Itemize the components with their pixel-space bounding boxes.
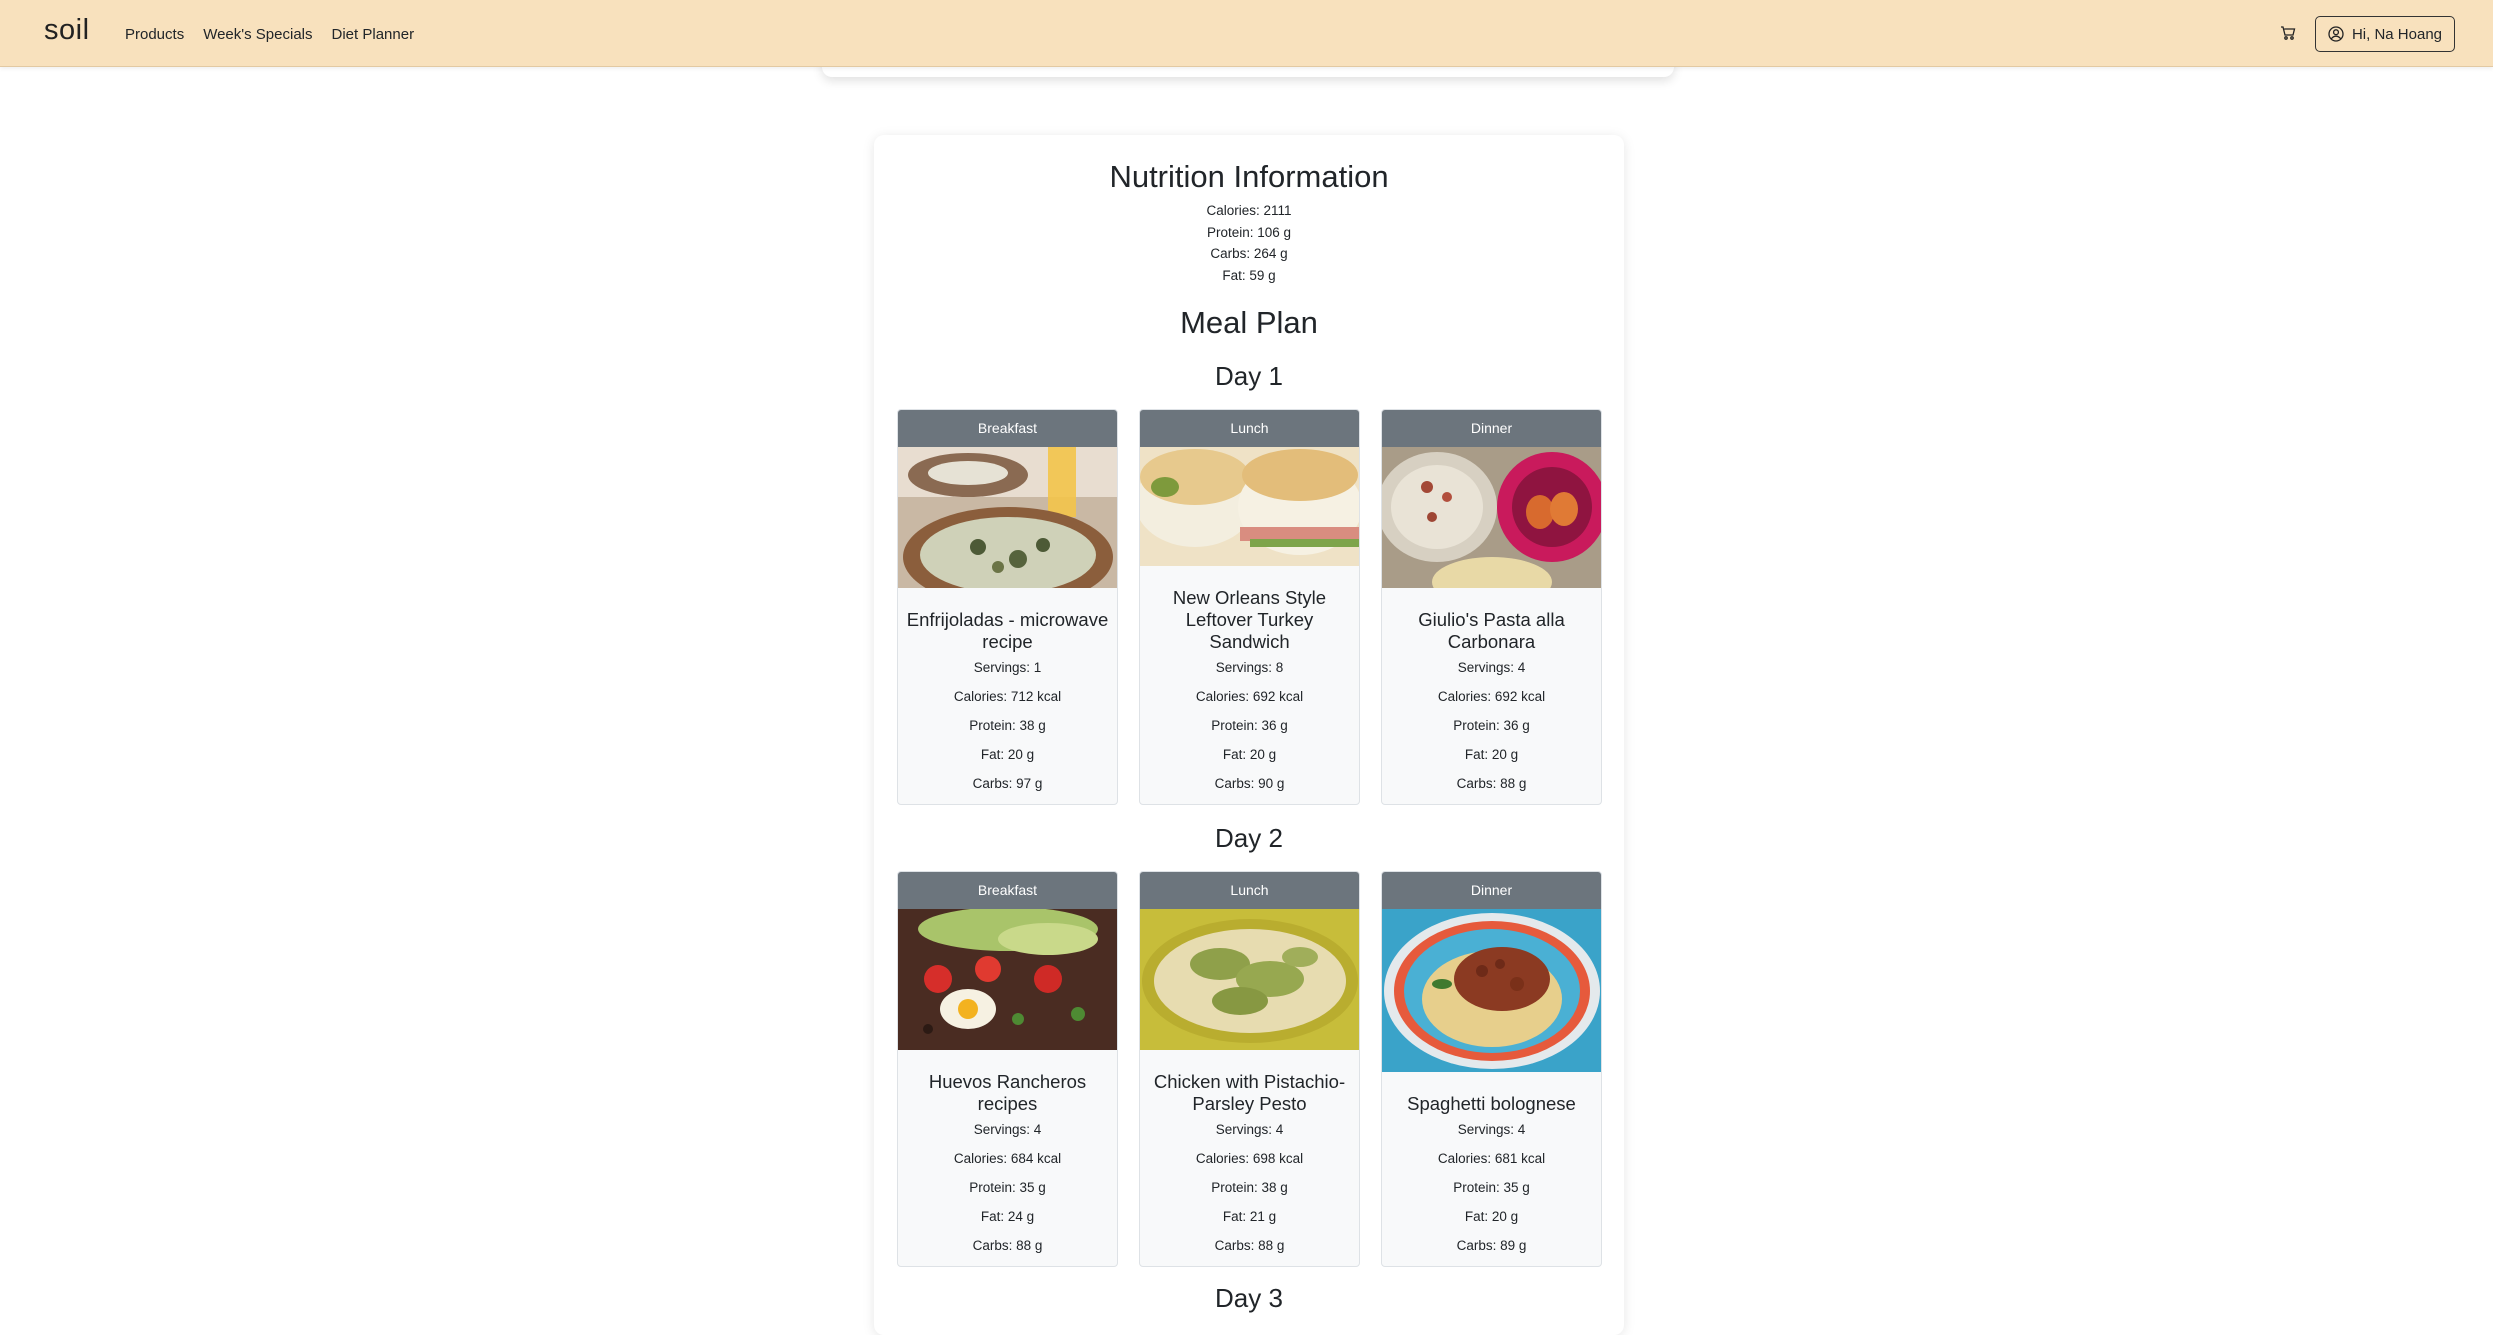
meal-card-day2-dinner[interactable]: Dinner Spaghetti bolognese Servings: 4 C… bbox=[1381, 871, 1602, 1267]
meal-servings: Servings: 1 bbox=[973, 660, 1042, 675]
cart-icon bbox=[2281, 26, 2296, 40]
meal-carbs: Carbs: 88 g bbox=[972, 1238, 1043, 1253]
nav-link-products[interactable]: Products bbox=[125, 26, 184, 43]
brand-logo[interactable]: soil bbox=[44, 14, 90, 47]
meal-servings: Servings: 4 bbox=[1215, 1122, 1284, 1137]
meal-image bbox=[898, 447, 1117, 588]
meal-carbs: Carbs: 97 g bbox=[972, 776, 1043, 791]
nutrition-protein: Protein: 106 g bbox=[1206, 224, 1292, 240]
nav-links: Products Week's Specials Diet Planner bbox=[125, 26, 414, 43]
nutrition-summary: Calories: 2111 Protein: 106 g Carbs: 264… bbox=[874, 200, 1624, 286]
nav-link-weeks-specials[interactable]: Week's Specials bbox=[203, 26, 312, 43]
diet-plan-card: Nutrition Information Calories: 2111 Pro… bbox=[874, 135, 1624, 1335]
meal-card-day1-dinner[interactable]: Dinner Giulio's Pasta alla Carbonara Ser… bbox=[1381, 409, 1602, 805]
navbar: soil Products Week's Specials Diet Plann… bbox=[0, 0, 2493, 67]
meal-card-day2-lunch[interactable]: Lunch Chicken with Pistachio-Parsley Pes… bbox=[1139, 871, 1360, 1267]
meal-card-day2-breakfast[interactable]: Breakfast Huevos Rancheros recipes Servi… bbox=[897, 871, 1118, 1267]
day-title: Day 1 bbox=[1215, 361, 1283, 391]
meal-image bbox=[898, 909, 1117, 1050]
meal-servings: Servings: 4 bbox=[1457, 1122, 1526, 1137]
nutrition-fat: Fat: 59 g bbox=[1222, 267, 1276, 283]
meal-name: Giulio's Pasta alla Carbonara bbox=[1418, 609, 1565, 652]
meal-calories: Calories: 692 kcal bbox=[1437, 689, 1546, 704]
meal-calories: Calories: 698 kcal bbox=[1195, 1151, 1304, 1166]
meal-carbs: Carbs: 90 g bbox=[1214, 776, 1285, 791]
meal-image bbox=[1140, 909, 1359, 1050]
meal-protein: Protein: 36 g bbox=[1453, 718, 1530, 733]
meal-fat: Fat: 20 g bbox=[1464, 1209, 1519, 1224]
meal-name: Huevos Rancheros recipes bbox=[928, 1071, 1087, 1114]
meal-image bbox=[1382, 909, 1601, 1072]
meal-servings: Servings: 4 bbox=[1457, 660, 1526, 675]
meal-card-day1-lunch[interactable]: Lunch New Orleans Style Leftover Turkey … bbox=[1139, 409, 1360, 805]
meal-type-label: Lunch bbox=[1140, 872, 1359, 909]
meal-protein: Protein: 35 g bbox=[969, 1180, 1046, 1195]
day-title: Day 3 bbox=[1215, 1283, 1283, 1313]
meal-carbs: Carbs: 88 g bbox=[1214, 1238, 1285, 1253]
meal-type-label: Dinner bbox=[1382, 872, 1601, 909]
meal-servings: Servings: 8 bbox=[1215, 660, 1284, 675]
meal-name: Chicken with Pistachio-Parsley Pesto bbox=[1153, 1071, 1346, 1114]
meal-type-label: Lunch bbox=[1140, 410, 1359, 447]
cart-button[interactable] bbox=[2277, 22, 2299, 44]
meal-fat: Fat: 20 g bbox=[1222, 747, 1277, 762]
meal-protein: Protein: 38 g bbox=[969, 718, 1046, 733]
nutrition-carbs: Carbs: 264 g bbox=[1210, 246, 1288, 261]
meal-carbs: Carbs: 89 g bbox=[1456, 1238, 1527, 1253]
meal-protein: Protein: 38 g bbox=[1211, 1180, 1288, 1195]
meal-calories: Calories: 692 kcal bbox=[1195, 689, 1304, 704]
meal-calories: Calories: 681 kcal bbox=[1437, 1151, 1546, 1166]
meal-calories: Calories: 684 kcal bbox=[953, 1151, 1062, 1166]
meal-servings: Servings: 4 bbox=[973, 1122, 1042, 1137]
user-greeting: Hi, Na Hoang bbox=[2351, 25, 2443, 43]
meal-type-label: Breakfast bbox=[898, 410, 1117, 447]
meal-fat: Fat: 20 g bbox=[980, 747, 1035, 762]
meal-type-label: Dinner bbox=[1382, 410, 1601, 447]
nutrition-title: Nutrition Information bbox=[1109, 159, 1389, 194]
meal-fat: Fat: 20 g bbox=[1464, 747, 1519, 762]
meal-fat: Fat: 24 g bbox=[980, 1209, 1035, 1224]
nutrition-calories: Calories: 2111 bbox=[1206, 203, 1292, 218]
meal-name: Spaghetti bolognese bbox=[1407, 1093, 1576, 1114]
meal-image bbox=[1382, 447, 1601, 588]
meal-protein: Protein: 36 g bbox=[1211, 718, 1288, 733]
meal-type-label: Breakfast bbox=[898, 872, 1117, 909]
meal-protein: Protein: 35 g bbox=[1453, 1180, 1530, 1195]
meal-calories: Calories: 712 kcal bbox=[953, 689, 1062, 704]
nav-link-diet-planner[interactable]: Diet Planner bbox=[332, 26, 415, 43]
meal-name: New Orleans Style Leftover Turkey Sandwi… bbox=[1172, 587, 1327, 652]
user-circle-icon bbox=[2328, 26, 2344, 42]
meal-plan-title: Meal Plan bbox=[1180, 305, 1318, 340]
meal-fat: Fat: 21 g bbox=[1222, 1209, 1277, 1224]
meal-card-day1-breakfast[interactable]: Breakfast Enfrijoladas - microwave recip… bbox=[897, 409, 1118, 805]
meal-carbs: Carbs: 88 g bbox=[1456, 776, 1527, 791]
user-account-button[interactable]: Hi, Na Hoang bbox=[2315, 16, 2455, 52]
meal-name: Enfrijoladas - microwave recipe bbox=[906, 609, 1109, 652]
meal-image bbox=[1140, 447, 1359, 566]
day-title: Day 2 bbox=[1215, 823, 1283, 853]
